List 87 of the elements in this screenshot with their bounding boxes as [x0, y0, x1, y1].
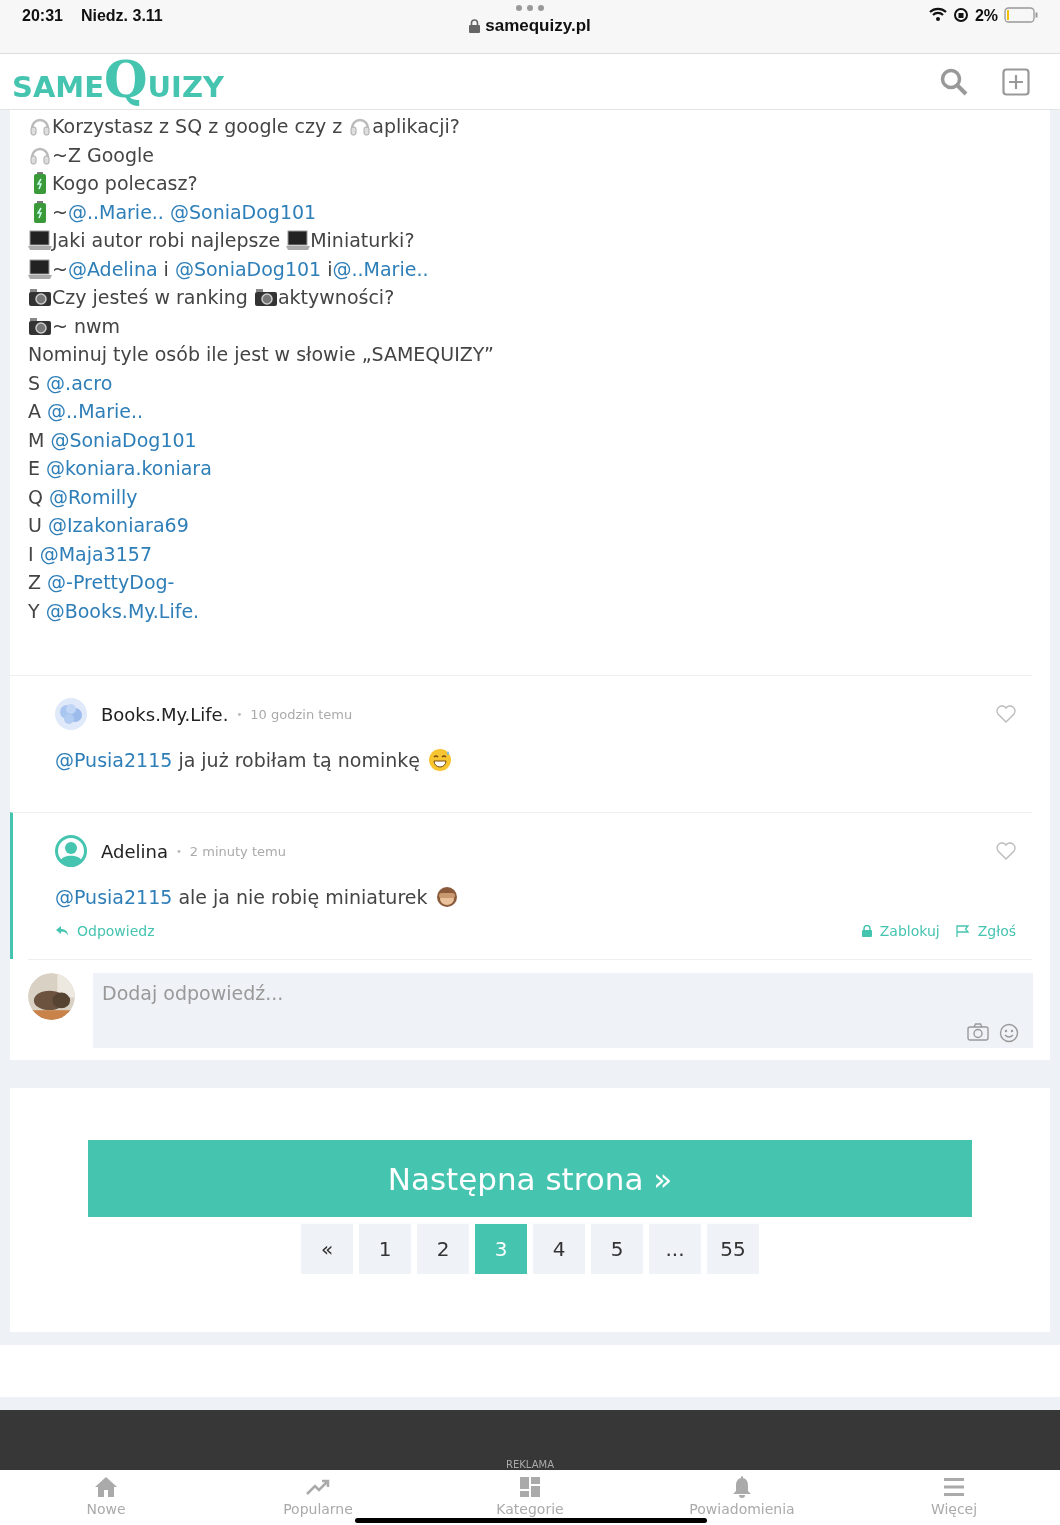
post-text: Czy jesteś w ranking — [52, 286, 249, 309]
comment-text: ale ja nie robię miniaturek — [177, 886, 428, 908]
lock-icon — [861, 925, 872, 937]
mention-link[interactable]: @Izakoniara69 — [47, 514, 189, 537]
page-button[interactable]: 4 — [533, 1224, 585, 1274]
mention-link[interactable]: @koniara.koniara — [46, 457, 212, 480]
nav-item[interactable]: Popularne — [258, 1470, 378, 1525]
page-button[interactable]: « — [301, 1224, 353, 1274]
heart-icon[interactable] — [996, 705, 1016, 723]
post-text: Nominuj tyle osób ile jest w słowie „SAMEQUIZY” — [28, 343, 494, 366]
mention-link[interactable]: @-PrettyDog- — [47, 571, 175, 594]
heart-icon[interactable] — [996, 842, 1016, 860]
report-link[interactable]: Zgłoś — [955, 923, 1016, 939]
separator-dot: • — [175, 845, 182, 857]
camera-icon[interactable] — [967, 1023, 989, 1041]
flag-icon — [955, 925, 970, 937]
page-button[interactable]: ... — [649, 1224, 701, 1274]
laptop-icon — [28, 228, 52, 253]
reply-link[interactable]: Odpowiedz — [55, 923, 155, 939]
post-text: I — [28, 542, 35, 565]
nav-item[interactable]: Więcej — [894, 1470, 1014, 1525]
mention-link[interactable]: @Pusia2115 — [55, 886, 173, 908]
battery-level-icon — [1004, 7, 1038, 23]
mention-link[interactable]: @Maja3157 — [39, 542, 152, 565]
page-button[interactable]: 2 — [417, 1224, 469, 1274]
comment-text: ja już robiłam tą nominkę — [177, 749, 420, 771]
wifi-icon — [928, 7, 947, 21]
battery-percent: 2% — [974, 7, 998, 25]
lock-icon — [469, 19, 481, 33]
post-text: aktywności? — [277, 286, 395, 309]
post-text: Z — [28, 571, 43, 594]
reply-icon — [55, 925, 69, 937]
address-bar[interactable]: samequizy.pl — [485, 16, 591, 36]
block-link[interactable]: Zablokuj — [861, 923, 940, 939]
more-icon — [515, 4, 545, 12]
post-text: i — [162, 257, 170, 280]
grid-icon — [518, 1475, 542, 1500]
laptop-icon — [286, 228, 311, 253]
post-text: Kogo polecasz? — [52, 172, 198, 195]
mention-link[interactable]: @Pusia2115 — [55, 749, 173, 771]
post-text: U — [28, 514, 43, 537]
nav-item[interactable]: Nowe — [46, 1470, 166, 1525]
comment-author[interactable]: Books.My.Life. — [101, 703, 229, 725]
laptop-icon — [28, 256, 52, 281]
nav-item[interactable]: Powiadomienia — [682, 1470, 802, 1525]
post-text: M — [28, 428, 46, 451]
comment-time: 10 godzin temu — [250, 706, 353, 722]
add-icon[interactable] — [1002, 67, 1030, 96]
smiley-icon — [427, 748, 452, 772]
clock: 20:31 — [22, 7, 63, 25]
mention-link[interactable]: @SoniaDog101 — [50, 428, 197, 451]
avatar-icon — [55, 835, 87, 867]
page-button[interactable]: 1 — [359, 1224, 411, 1274]
page-button[interactable]: 55 — [707, 1224, 759, 1274]
mention-link[interactable]: @Adelina — [67, 257, 158, 280]
nav-item[interactable]: Kategorie — [470, 1470, 590, 1525]
post-text: aplikacji? — [372, 115, 460, 138]
mention-link[interactable]: @..Marie.. — [47, 400, 144, 423]
post-text: E — [28, 457, 41, 480]
mention-link[interactable]: @SoniaDog101 — [163, 200, 317, 223]
post-text: Y — [28, 599, 41, 622]
mention-link[interactable]: @Books.My.Life. — [45, 599, 200, 622]
post-text: S — [28, 371, 42, 394]
separator-dot: • — [236, 708, 243, 720]
post-text: Jaki autor robi najlepsze — [52, 229, 282, 252]
date: Niedz. 3.11 — [80, 7, 163, 25]
post-text: ~Z Google — [52, 143, 154, 166]
mention-link[interactable]: @..Marie.. — [67, 200, 164, 223]
mention-link[interactable]: @..Marie.. — [332, 257, 429, 280]
post-text: A — [28, 400, 42, 423]
emoji-icon[interactable] — [999, 1023, 1019, 1043]
search-icon[interactable] — [940, 67, 968, 96]
mention-link[interactable]: @.acro — [46, 371, 113, 394]
home-icon — [94, 1475, 118, 1500]
mention-link[interactable]: @Romilly — [49, 485, 138, 508]
page-button[interactable]: 5 — [591, 1224, 643, 1274]
post-text: Q — [28, 485, 44, 508]
mention-link[interactable]: @SoniaDog101 — [174, 257, 322, 280]
ad-label: REKLAMA — [506, 1459, 554, 1471]
post-text: Korzystasz z SQ z google czy z — [52, 115, 344, 138]
post-text: Miniaturki? — [310, 229, 415, 252]
comment-time: 2 minuty temu — [189, 843, 286, 859]
post-text: ~ — [52, 200, 68, 223]
comment-author[interactable]: Adelina — [101, 840, 168, 862]
post-text: i — [326, 257, 333, 280]
post-text: ~ nwm — [52, 314, 121, 337]
post-text: ~ — [52, 257, 68, 280]
